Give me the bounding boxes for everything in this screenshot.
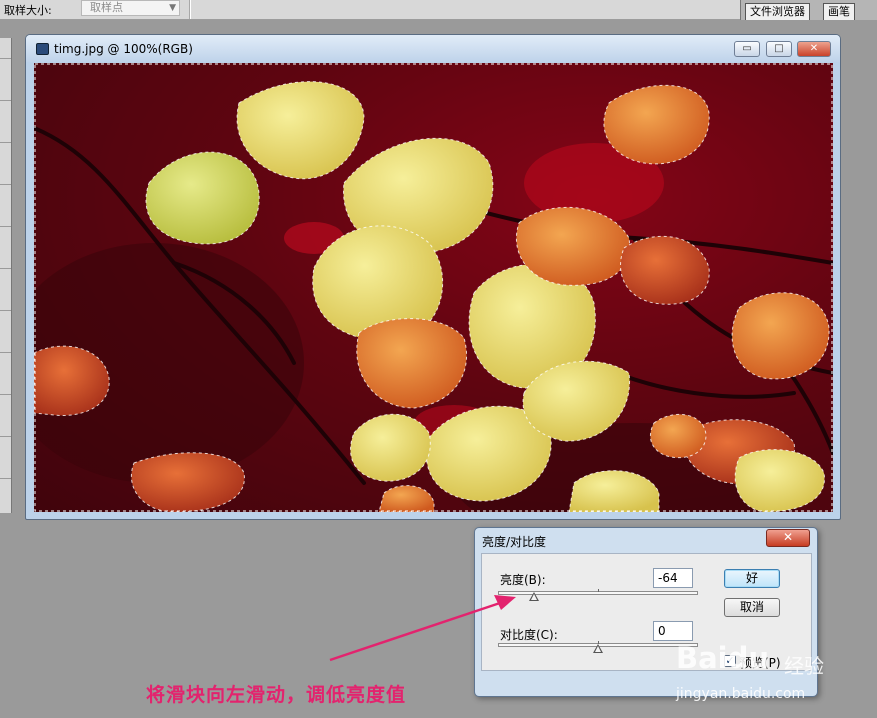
ok-button[interactable]: 好: [724, 569, 780, 588]
options-bar: 取样大小: 取样点 ▼ 文件浏览器 画笔: [0, 0, 877, 20]
tab-brushes[interactable]: 画笔: [823, 3, 855, 20]
brightness-label: 亮度(B):: [500, 573, 546, 587]
sample-size-value: 取样点: [90, 1, 123, 14]
tab-file-browser[interactable]: 文件浏览器: [745, 3, 810, 20]
minimize-button[interactable]: ▭: [734, 41, 760, 57]
baidu-watermark-sub: 经验: [784, 654, 824, 678]
restore-button[interactable]: □: [766, 41, 792, 57]
document-window: timg.jpg @ 100%(RGB) ▭ □ ✕: [25, 34, 841, 520]
palette-well: 文件浏览器 画笔: [740, 0, 877, 20]
dialog-titlebar[interactable]: 亮度/对比度 ✕: [475, 528, 817, 552]
sample-size-label: 取样大小:: [4, 4, 52, 17]
contrast-label: 对比度(C):: [500, 628, 558, 642]
cancel-button[interactable]: 取消: [724, 598, 780, 617]
autumn-leaves-photo: [34, 63, 833, 512]
baidu-watermark-logo: Baidu: [676, 641, 770, 675]
toolbox: [0, 38, 12, 513]
chevron-down-icon: ▼: [169, 3, 176, 13]
document-titlebar[interactable]: timg.jpg @ 100%(RGB) ▭ □ ✕: [26, 35, 840, 62]
contrast-slider-thumb[interactable]: [593, 644, 603, 653]
photoshop-document-icon: [36, 43, 49, 55]
document-title: timg.jpg @ 100%(RGB): [54, 42, 193, 56]
brightness-input[interactable]: -64: [653, 568, 693, 588]
dialog-title: 亮度/对比度: [482, 535, 547, 549]
brightness-slider-thumb[interactable]: [529, 592, 539, 601]
contrast-input[interactable]: 0: [653, 621, 693, 641]
toolbar-divider: [189, 0, 191, 19]
brightness-slider-track[interactable]: [498, 589, 698, 595]
sample-size-select[interactable]: 取样点 ▼: [81, 0, 180, 16]
image-canvas[interactable]: [34, 63, 833, 512]
baidu-watermark-url: jingyan.baidu.com: [676, 686, 806, 702]
annotation-caption: 将滑块向左滑动，调低亮度值: [146, 684, 407, 706]
close-button[interactable]: ✕: [797, 41, 831, 57]
dialog-close-button[interactable]: ✕: [766, 529, 810, 547]
